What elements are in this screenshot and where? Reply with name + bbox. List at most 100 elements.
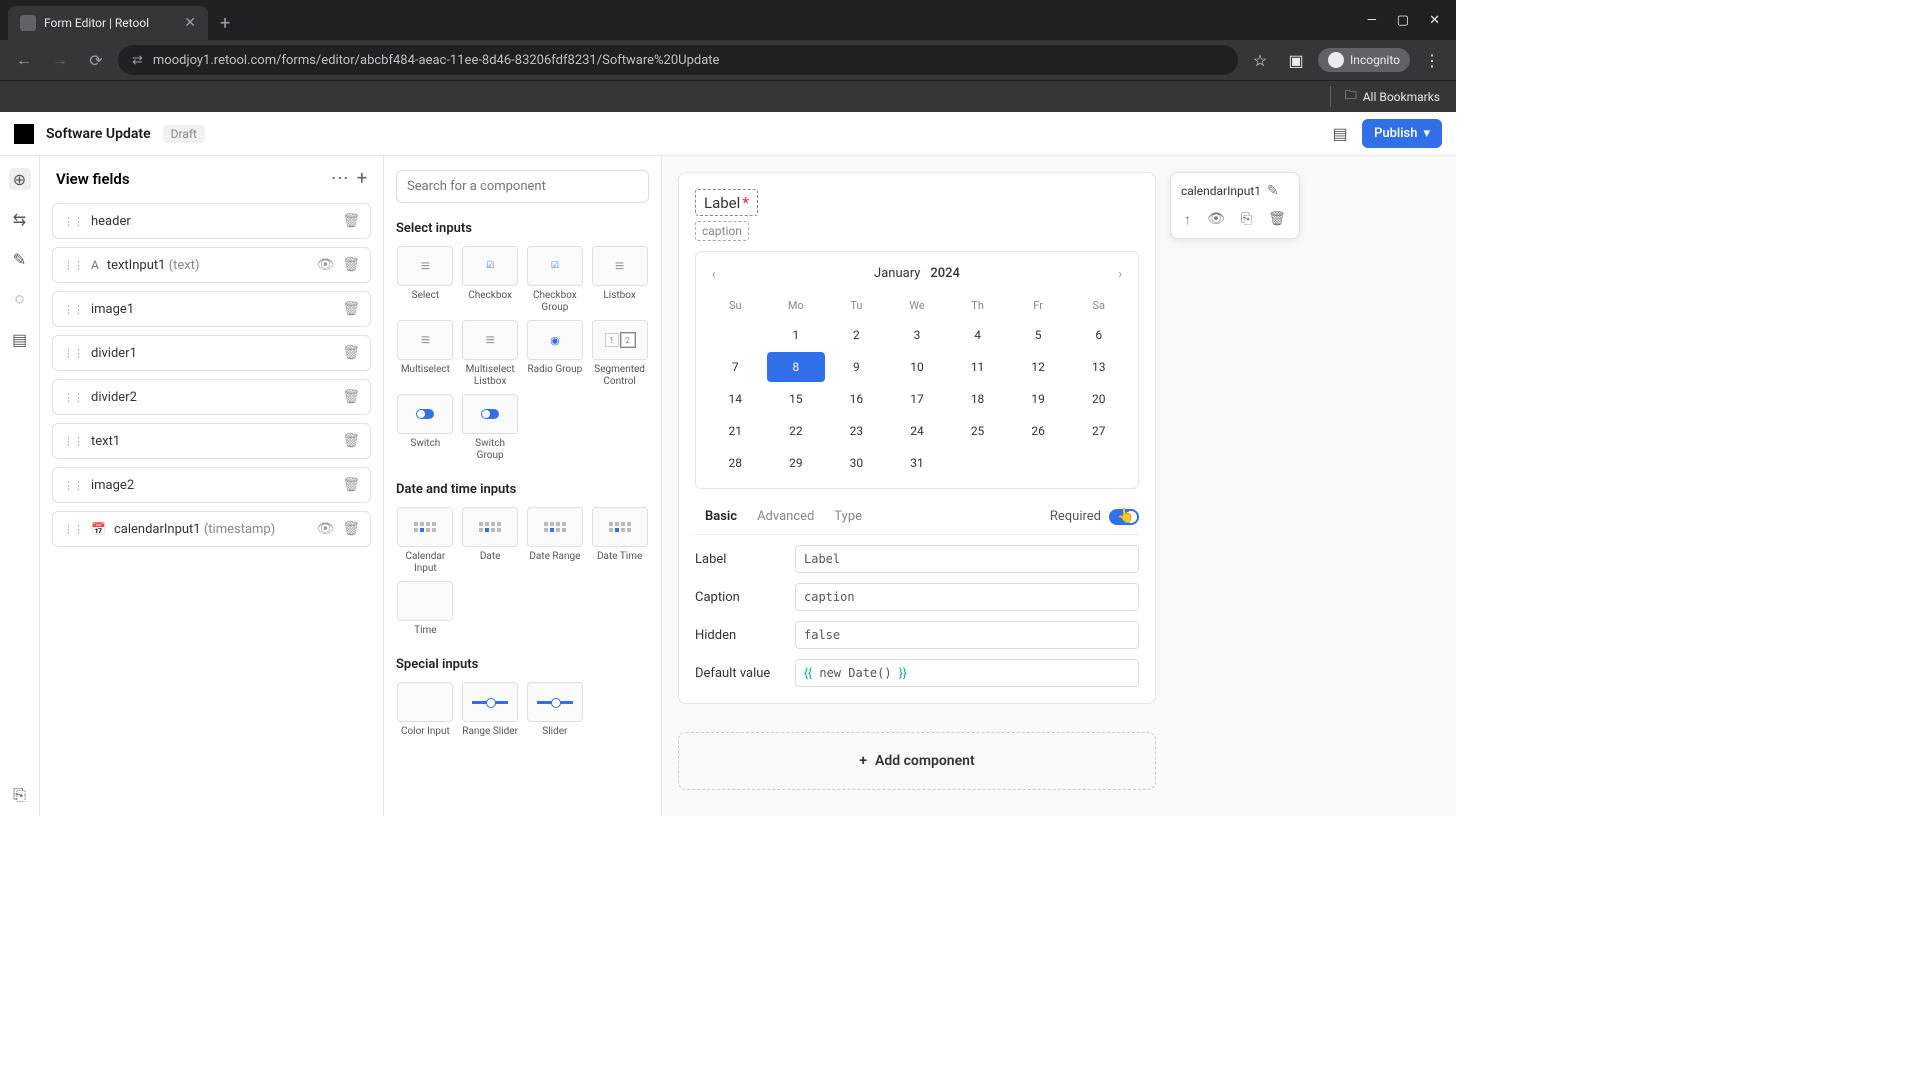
calendar-day[interactable]: 5 xyxy=(1009,320,1068,350)
field-row[interactable]: ⋮⋮ image1 🗑 xyxy=(52,291,371,327)
field-row[interactable]: ⋮⋮ A textInput1 (text) 👁 🗑 xyxy=(52,247,371,283)
delete-field-icon[interactable]: 🗑 xyxy=(342,257,360,273)
visibility-icon[interactable]: 👁 xyxy=(1207,211,1225,228)
property-input[interactable]: false xyxy=(795,621,1139,649)
field-caption-preview[interactable]: caption xyxy=(695,221,749,241)
calendar-day[interactable]: 26 xyxy=(1009,416,1068,446)
calendar-day[interactable]: 13 xyxy=(1069,352,1128,382)
hidden-icon[interactable]: 👁 xyxy=(316,257,334,273)
delete-field-icon[interactable]: 🗑 xyxy=(342,477,360,493)
palette-item[interactable]: Checkbox xyxy=(461,246,520,314)
browser-tab[interactable]: Form Editor | Retool ✕ xyxy=(8,6,208,40)
palette-item[interactable]: Calendar Input xyxy=(396,507,455,575)
side-panel-icon[interactable]: ▣ xyxy=(1282,46,1310,74)
calendar-day[interactable]: 9 xyxy=(827,352,886,382)
property-input[interactable]: Label xyxy=(795,545,1139,573)
field-label-preview[interactable]: Label* xyxy=(695,189,758,216)
palette-item[interactable]: Color Input xyxy=(396,682,455,738)
calendar-day[interactable]: 2 xyxy=(827,320,886,350)
drag-handle-icon[interactable]: ⋮⋮ xyxy=(63,391,83,404)
tab-close-icon[interactable]: ✕ xyxy=(184,15,196,31)
calendar-day[interactable]: 30 xyxy=(827,448,886,478)
calendar-day[interactable]: 3 xyxy=(888,320,947,350)
delete-icon[interactable]: 🗑 xyxy=(1268,211,1286,228)
fields-more-icon[interactable]: ⋯ xyxy=(331,168,349,189)
responses-icon[interactable]: ▤ xyxy=(1330,124,1350,144)
palette-item[interactable]: Range Slider xyxy=(461,682,520,738)
publish-button[interactable]: Publish ▾ xyxy=(1362,119,1442,148)
delete-field-icon[interactable]: 🗑 xyxy=(342,521,360,537)
browser-menu-icon[interactable]: ⋮ xyxy=(1418,46,1446,74)
calendar-day[interactable]: 25 xyxy=(948,416,1007,446)
property-input[interactable]: caption xyxy=(795,583,1139,611)
calendar-year[interactable]: 2024 xyxy=(930,266,960,281)
palette-item[interactable]: Listbox xyxy=(590,246,649,314)
calendar-month[interactable]: January xyxy=(874,266,920,281)
reload-button[interactable]: ⟳ xyxy=(82,46,110,74)
calendar-day[interactable]: 20 xyxy=(1069,384,1128,414)
field-row[interactable]: ⋮⋮ text1 🗑 xyxy=(52,423,371,459)
calendar-day[interactable]: 18 xyxy=(948,384,1007,414)
calendar-day[interactable]: 23 xyxy=(827,416,886,446)
calendar-day[interactable]: 19 xyxy=(1009,384,1068,414)
move-up-icon[interactable]: ↑ xyxy=(1184,211,1191,228)
field-row[interactable]: ⋮⋮ header 🗑 xyxy=(52,203,371,239)
property-input[interactable]: {{ new Date() }} xyxy=(795,659,1139,687)
drag-handle-icon[interactable]: ⋮⋮ xyxy=(63,435,83,448)
palette-item[interactable]: Switch xyxy=(396,394,455,462)
palette-item[interactable]: Slider xyxy=(526,682,585,738)
duplicate-icon[interactable]: ⎘ xyxy=(1241,211,1252,228)
calendar-day[interactable]: 1 xyxy=(767,320,826,350)
palette-item[interactable]: Select xyxy=(396,246,455,314)
window-maximize-icon[interactable]: ▢ xyxy=(1397,13,1409,28)
rail-collapse-icon[interactable]: ⎘ xyxy=(9,784,31,806)
add-component-button[interactable]: +Add component xyxy=(678,732,1156,790)
required-toggle[interactable] xyxy=(1109,509,1139,525)
palette-item[interactable]: Checkbox Group xyxy=(526,246,585,314)
drag-handle-icon[interactable]: ⋮⋮ xyxy=(63,479,83,492)
calendar-day[interactable]: 15 xyxy=(767,384,826,414)
calendar-day[interactable]: 17 xyxy=(888,384,947,414)
properties-tab[interactable]: Basic xyxy=(695,505,747,528)
calendar-day[interactable]: 27 xyxy=(1069,416,1128,446)
drag-handle-icon[interactable]: ⋮⋮ xyxy=(63,347,83,360)
calendar-day[interactable]: 7 xyxy=(706,352,765,382)
calendar-day[interactable]: 6 xyxy=(1069,320,1128,350)
rail-theme-icon[interactable]: ✎ xyxy=(9,248,31,270)
palette-item[interactable]: Switch Group xyxy=(461,394,520,462)
delete-field-icon[interactable]: 🗑 xyxy=(342,345,360,361)
back-button[interactable]: ← xyxy=(10,46,38,74)
calendar-next-icon[interactable]: › xyxy=(1118,267,1122,281)
calendar-day[interactable]: 31 xyxy=(888,448,947,478)
calendar-day[interactable]: 4 xyxy=(948,320,1007,350)
forward-button[interactable]: → xyxy=(46,46,74,74)
palette-item[interactable]: Time xyxy=(396,581,455,637)
field-row[interactable]: ⋮⋮ divider2 🗑 xyxy=(52,379,371,415)
calendar-input[interactable]: ‹ January 2024 › SuMoTuWeThFrSa.12345678… xyxy=(695,251,1139,489)
rail-preview-icon[interactable]: ▤ xyxy=(9,328,31,350)
calendar-day[interactable]: 11 xyxy=(948,352,1007,382)
app-logo[interactable] xyxy=(14,124,34,144)
hidden-icon[interactable]: 👁 xyxy=(316,521,334,537)
drag-handle-icon[interactable]: ⋮⋮ xyxy=(63,523,83,536)
calendar-day[interactable]: 22 xyxy=(767,416,826,446)
field-row[interactable]: ⋮⋮ divider1 🗑 xyxy=(52,335,371,371)
delete-field-icon[interactable]: 🗑 xyxy=(342,389,360,405)
rail-data-icon[interactable]: ◌ xyxy=(9,288,31,310)
calendar-day[interactable]: 14 xyxy=(706,384,765,414)
rail-add-icon[interactable]: ⊕ xyxy=(9,168,31,190)
window-close-icon[interactable]: ✕ xyxy=(1429,13,1440,28)
calendar-day[interactable]: 12 xyxy=(1009,352,1068,382)
field-row[interactable]: ⋮⋮ image2 🗑 xyxy=(52,467,371,503)
drag-handle-icon[interactable]: ⋮⋮ xyxy=(63,215,83,228)
calendar-day[interactable]: 29 xyxy=(767,448,826,478)
calendar-day[interactable]: 21 xyxy=(706,416,765,446)
calendar-day[interactable]: 24 xyxy=(888,416,947,446)
delete-field-icon[interactable]: 🗑 xyxy=(342,213,360,229)
palette-item[interactable]: 12Segmented Control xyxy=(590,320,649,388)
palette-item[interactable]: Radio Group xyxy=(526,320,585,388)
palette-item[interactable]: Date Time xyxy=(590,507,649,575)
edit-name-icon[interactable]: ✎ xyxy=(1267,183,1279,199)
all-bookmarks-button[interactable]: 🗀 All Bookmarks xyxy=(1330,86,1440,107)
drag-handle-icon[interactable]: ⋮⋮ xyxy=(63,259,83,272)
